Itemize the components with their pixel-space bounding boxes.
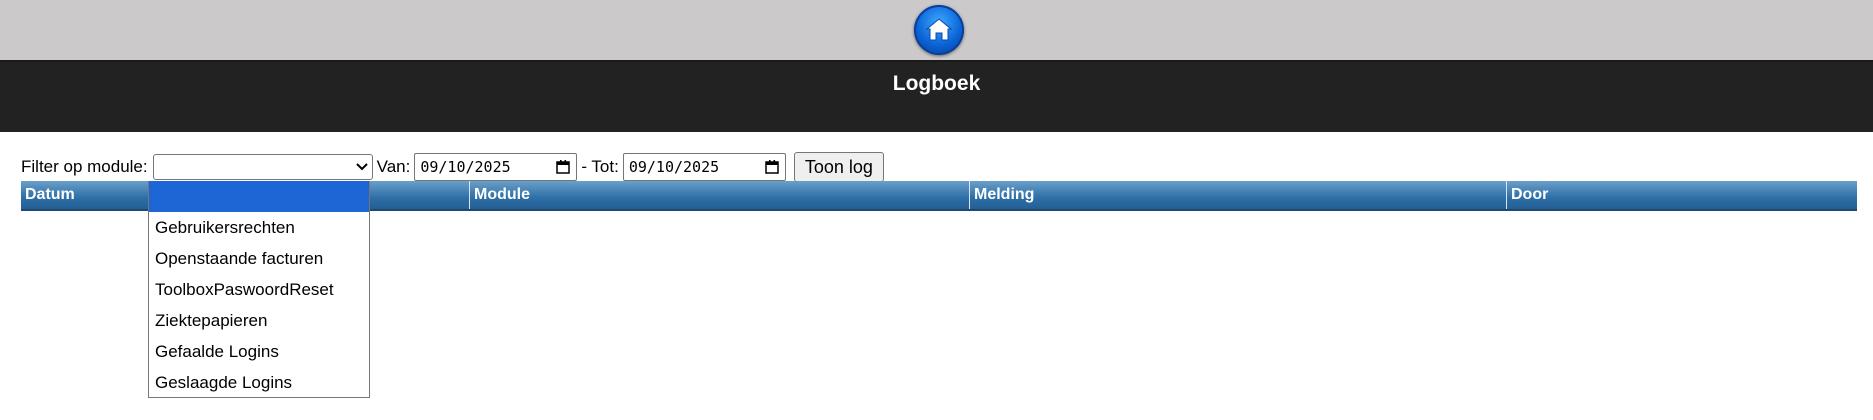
to-date-input[interactable]: 09/10/2025: [622, 153, 786, 181]
to-date-value: 09/10/2025: [628, 158, 720, 176]
filter-bar: Filter op module: Van: 09/10/2025 - Tot:…: [21, 152, 884, 182]
dropdown-option-geslaagde-logins[interactable]: Geslaagde Logins: [149, 367, 369, 398]
module-filter-label: Filter op module:: [21, 157, 148, 176]
from-date-input[interactable]: 09/10/2025: [414, 153, 578, 181]
dropdown-option-openstaande-facturen[interactable]: Openstaande facturen: [149, 243, 369, 274]
home-button[interactable]: [914, 5, 964, 55]
column-header-module[interactable]: Module: [469, 181, 969, 209]
title-bar: Logboek: [0, 62, 1873, 132]
dropdown-option-ziektepapieren[interactable]: Ziektepapieren: [149, 305, 369, 336]
calendar-icon[interactable]: [765, 160, 779, 174]
column-header-melding[interactable]: Melding: [969, 181, 1506, 209]
module-select[interactable]: [152, 154, 373, 180]
dropdown-option-gebruikersrechten[interactable]: Gebruikersrechten: [149, 212, 369, 243]
column-header-door[interactable]: Door: [1506, 181, 1857, 209]
show-log-button[interactable]: Toon log: [793, 152, 884, 182]
dropdown-option-empty[interactable]: [149, 181, 369, 212]
chevron-down-icon: [355, 163, 368, 171]
from-date-label: Van:: [376, 157, 411, 176]
dropdown-option-gefaalde-logins[interactable]: Gefaalde Logins: [149, 336, 369, 367]
top-bar: [0, 0, 1873, 62]
dropdown-option-toolbox-paswoord-reset[interactable]: ToolboxPaswoordReset: [149, 274, 369, 305]
to-date-label: - Tot:: [581, 157, 619, 176]
page-title: Logboek: [892, 72, 981, 95]
home-icon: [925, 18, 953, 41]
module-dropdown-list: Gebruikersrechten Openstaande facturen T…: [148, 181, 370, 398]
calendar-icon[interactable]: [556, 160, 571, 174]
from-date-value: 09/10/2025: [420, 158, 511, 176]
